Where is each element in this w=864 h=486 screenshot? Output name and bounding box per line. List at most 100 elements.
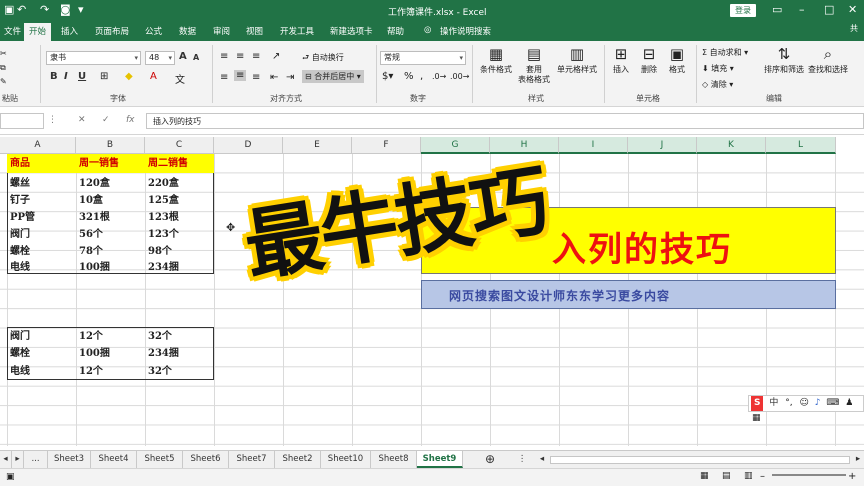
tab-home[interactable]: 开始 xyxy=(24,23,52,41)
format-as-table-button[interactable]: ▤ 套用 表格格式 xyxy=(516,45,552,85)
customize-toolbar-icon[interactable]: ▾ xyxy=(78,3,84,16)
sheet-tab-active[interactable]: Sheet9 xyxy=(417,451,463,468)
login-button[interactable]: 登录 xyxy=(730,4,756,17)
currency-icon[interactable]: $▾ xyxy=(382,71,393,82)
align-bottom-icon[interactable]: ≡ xyxy=(252,51,260,62)
sheet-tab[interactable]: Sheet6 xyxy=(183,451,229,468)
normal-view-icon[interactable]: ▦ xyxy=(700,471,709,481)
shrink-font-button[interactable]: A xyxy=(193,53,199,62)
sheet-tab[interactable]: Sheet4 xyxy=(91,451,137,468)
column-header-a[interactable]: A xyxy=(0,137,76,154)
align-middle-icon[interactable]: ≡ xyxy=(236,51,244,62)
fill-color-icon[interactable]: ◆ xyxy=(125,71,133,82)
sort-filter-button[interactable]: ⇅ 排序和筛选 xyxy=(762,45,806,75)
page-break-view-icon[interactable]: ▥ xyxy=(744,471,753,481)
format-painter-icon[interactable]: ✎ xyxy=(0,77,7,86)
scroll-right-icon[interactable]: ▸ xyxy=(12,451,24,468)
sheet-tab[interactable]: Sheet3 xyxy=(48,451,91,468)
camera-icon[interactable]: ◙ xyxy=(60,3,71,16)
percent-button[interactable]: % xyxy=(404,71,414,82)
align-right-icon[interactable]: ≡ xyxy=(252,72,260,83)
tab-page-layout[interactable]: 页面布局 xyxy=(95,25,129,37)
wrap-text-button[interactable]: ⮐ 自动换行 xyxy=(302,52,344,66)
macro-record-icon[interactable]: ▣ xyxy=(6,472,15,482)
skin-icon[interactable]: ♟ xyxy=(845,398,853,408)
bold-button[interactable]: B xyxy=(50,71,58,82)
sheet-tab[interactable]: Sheet5 xyxy=(137,451,183,468)
column-header-l[interactable]: L xyxy=(766,137,836,154)
scroll-left-icon[interactable]: ◂ xyxy=(0,451,12,468)
align-center-icon[interactable]: ≡ xyxy=(234,70,247,81)
conditional-format-button[interactable]: ▦ 条件格式 xyxy=(476,45,516,75)
tab-help[interactable]: 帮助 xyxy=(387,25,404,37)
table-cell[interactable]: 12个 xyxy=(76,362,103,381)
hscroll-right-icon[interactable]: ▸ xyxy=(852,451,864,468)
table-cell[interactable]: 100捆 xyxy=(76,258,110,277)
column-header-c[interactable]: C xyxy=(145,137,214,154)
column-header-b[interactable]: B xyxy=(76,137,145,154)
table-cell[interactable]: 100捆 xyxy=(76,344,110,363)
tab-formulas[interactable]: 公式 xyxy=(145,25,162,37)
table-cell[interactable]: 234捆 xyxy=(145,258,179,277)
microphone-icon[interactable]: ♪ xyxy=(815,398,821,408)
column-header-e[interactable]: E xyxy=(283,137,352,154)
table-cell[interactable]: 234捆 xyxy=(145,344,179,363)
cell-styles-button[interactable]: ▥ 单元格样式 xyxy=(554,45,600,75)
tab-file[interactable]: 文件 xyxy=(4,25,21,37)
clear-button[interactable]: ◇ 清除 ▾ xyxy=(702,79,733,90)
tab-new[interactable]: 新建选项卡 xyxy=(330,25,373,37)
toolbox-icon[interactable]: ▦ xyxy=(752,413,761,423)
table-cell[interactable]: 32个 xyxy=(145,362,172,381)
phonetic-icon[interactable]: 文 xyxy=(175,71,185,86)
cut-icon[interactable]: ✂ xyxy=(0,49,7,58)
split-handle-icon[interactable]: ⋮ xyxy=(516,451,528,468)
font-color-icon[interactable]: A xyxy=(150,71,157,82)
ime-language[interactable]: 中 xyxy=(769,398,778,408)
column-header-k[interactable]: K xyxy=(697,137,766,154)
tab-data[interactable]: 数据 xyxy=(179,25,196,37)
find-select-button[interactable]: ⌕ 查找和选择 xyxy=(806,45,850,75)
insert-function-icon[interactable]: fx xyxy=(126,115,135,125)
emoji-icon[interactable]: ☺ xyxy=(800,398,809,408)
column-header-i[interactable]: I xyxy=(559,137,628,154)
align-top-icon[interactable]: ≡ xyxy=(220,51,228,62)
indent-decrease-icon[interactable]: ⇤ xyxy=(270,72,278,83)
orientation-icon[interactable]: ↗ xyxy=(272,51,280,62)
delete-cells-button[interactable]: ⊟ 删除 xyxy=(636,45,662,75)
enter-icon[interactable]: ✓ xyxy=(102,115,110,125)
punctuation-icon[interactable]: °, xyxy=(785,398,792,408)
sheet-tab[interactable]: Sheet8 xyxy=(371,451,417,468)
table1-header-tuesday[interactable]: 周二销售 xyxy=(145,154,214,173)
undo-icon[interactable]: ↶ xyxy=(17,3,26,16)
font-size-combo[interactable]: 48 ▾ xyxy=(145,51,175,65)
add-sheet-icon[interactable]: ⊕ xyxy=(481,451,499,468)
redo-icon[interactable]: ↷ xyxy=(40,3,49,16)
sheet-tab-more[interactable]: ... xyxy=(24,451,48,468)
formula-input[interactable]: 插入列的技巧 xyxy=(146,113,864,129)
hscroll-left-icon[interactable]: ◂ xyxy=(536,451,548,468)
zoom-slider[interactable] xyxy=(772,474,846,476)
format-cells-button[interactable]: ▣ 格式 xyxy=(664,45,690,75)
zoom-in-icon[interactable]: + xyxy=(848,471,856,482)
table1-header-product[interactable]: 商品 xyxy=(7,154,76,173)
decrease-decimal-icon[interactable]: .00→ xyxy=(450,72,469,81)
table-cell[interactable]: 电线 xyxy=(7,362,30,381)
font-name-combo[interactable]: 隶书 ▾ xyxy=(46,51,141,65)
tab-view[interactable]: 视图 xyxy=(246,25,263,37)
close-icon[interactable]: ✕ xyxy=(848,3,857,16)
fill-button[interactable]: ⬇ 填充 ▾ xyxy=(702,63,734,74)
autosum-button[interactable]: Σ 自动求和 ▾ xyxy=(702,47,748,58)
table-cell[interactable]: 螺栓 xyxy=(7,344,30,363)
minimize-icon[interactable]: – xyxy=(799,3,805,16)
share-button[interactable]: 共 xyxy=(850,23,858,34)
ribbon-display-icon[interactable]: ▭ xyxy=(772,3,782,16)
tab-review[interactable]: 审阅 xyxy=(213,25,230,37)
tell-me-search[interactable]: 操作说明搜索 xyxy=(440,25,491,37)
insert-cells-button[interactable]: ⊞ 插入 xyxy=(608,45,634,75)
maximize-icon[interactable]: □ xyxy=(824,3,834,16)
grow-font-button[interactable]: A xyxy=(179,51,187,62)
align-left-icon[interactable]: ≡ xyxy=(220,72,228,83)
tab-insert[interactable]: 插入 xyxy=(61,25,78,37)
keyboard-icon[interactable]: ⌨ xyxy=(826,398,839,408)
border-icon[interactable]: ⊞ xyxy=(100,71,108,82)
